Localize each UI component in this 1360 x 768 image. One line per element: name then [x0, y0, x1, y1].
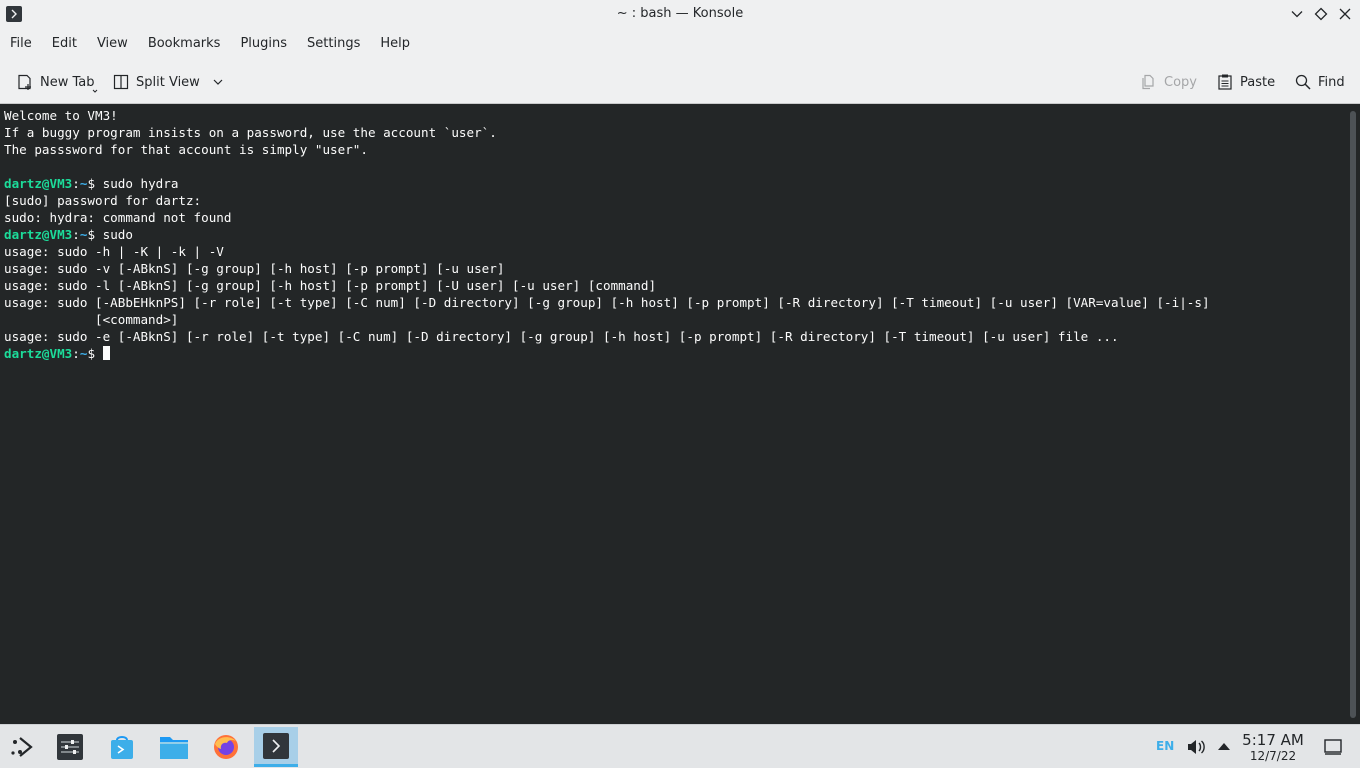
- terminal-line: Welcome to VM3!: [4, 108, 118, 123]
- toolbar: New Tab Split View Copy Paste Find: [0, 59, 1360, 104]
- text-cursor: [102, 346, 110, 360]
- clock-date[interactable]: 12/7/22: [1236, 749, 1310, 763]
- prompt-user: dartz@VM3: [4, 346, 73, 361]
- show-desktop-button[interactable]: [1322, 737, 1344, 757]
- close-icon: [1339, 8, 1351, 20]
- system-tray-expand-button[interactable]: [1216, 740, 1232, 754]
- terminal-line: The passsword for that account is simply…: [4, 142, 368, 157]
- taskbar-file-manager[interactable]: [152, 727, 196, 767]
- new-tab-icon: [18, 74, 31, 90]
- terminal-line: If a buggy program insists on a password…: [4, 125, 497, 140]
- paste-icon: [1218, 74, 1232, 90]
- paste-button[interactable]: Paste: [1216, 68, 1275, 96]
- split-view-label: Split View: [136, 74, 200, 90]
- discover-store-icon: [111, 736, 133, 759]
- menu-file[interactable]: File: [0, 29, 42, 59]
- title-bar[interactable]: ~ : bash — Konsole: [0, 0, 1360, 29]
- terminal-output[interactable]: Welcome to VM3! If a buggy program insis…: [0, 105, 1346, 724]
- terminal-line: usage: sudo -v [-ABknS] [-g group] [-h h…: [4, 261, 505, 276]
- menu-edit[interactable]: Edit: [42, 29, 87, 59]
- application-launcher-icon: [11, 737, 33, 757]
- diamond-icon: [1314, 7, 1328, 21]
- dropdown-indicator-icon: [92, 89, 98, 93]
- menu-bookmarks[interactable]: Bookmarks: [138, 29, 231, 59]
- taskbar-firefox[interactable]: [204, 727, 248, 767]
- chevron-down-icon: [1291, 11, 1303, 18]
- volume-button[interactable]: [1186, 738, 1206, 756]
- find-button[interactable]: Find: [1294, 68, 1345, 96]
- taskbar-system-settings[interactable]: [48, 727, 92, 767]
- terminal-prompt-line: dartz@VM3:~$ sudo hydra: [4, 176, 179, 191]
- taskbar-konsole[interactable]: [254, 727, 298, 767]
- menu-bar: File Edit View Bookmarks Plugins Setting…: [0, 29, 1360, 59]
- application-launcher-button[interactable]: [0, 727, 44, 767]
- prompt-user: dartz@VM3: [4, 227, 73, 242]
- terminal-line: usage: sudo -e [-ABknS] [-r role] [-t ty…: [4, 329, 1119, 344]
- show-desktop-icon: [1324, 739, 1342, 755]
- paste-label: Paste: [1240, 74, 1276, 90]
- clock-time[interactable]: 5:17 AM: [1236, 731, 1310, 749]
- volume-icon: [1188, 740, 1205, 754]
- terminal-line: [sudo] password for dartz:: [4, 193, 202, 208]
- menu-settings[interactable]: Settings: [297, 29, 370, 59]
- maximize-button[interactable]: [1312, 5, 1330, 23]
- split-view-button[interactable]: Split View: [112, 68, 224, 96]
- terminal-line: usage: sudo -l [-ABknS] [-g group] [-h h…: [4, 278, 657, 293]
- firefox-icon: [214, 735, 238, 759]
- terminal-line: usage: sudo [-ABbEHknPS] [-r role] [-t t…: [4, 295, 1210, 310]
- menu-help[interactable]: Help: [370, 29, 420, 59]
- chevron-down-icon: [213, 79, 223, 85]
- split-view-icon: [113, 74, 129, 90]
- new-tab-button[interactable]: New Tab: [16, 68, 98, 96]
- menu-view[interactable]: View: [87, 29, 138, 59]
- new-tab-label: New Tab: [40, 74, 95, 90]
- window-title: ~ : bash — Konsole: [616, 6, 744, 21]
- file-manager-icon: [160, 737, 188, 759]
- konsole-icon: [263, 732, 289, 759]
- terminal-line: sudo: hydra: command not found: [4, 210, 232, 225]
- system-settings-icon: [57, 734, 83, 760]
- arrow-up-icon: [1218, 743, 1230, 750]
- command-text: sudo: [102, 227, 133, 242]
- terminal-scrollbar[interactable]: [1346, 105, 1360, 724]
- close-button[interactable]: [1336, 5, 1354, 23]
- terminal-prompt-line: dartz@VM3:~$: [4, 345, 1342, 362]
- terminal-line: usage: sudo -h | -K | -k | -V: [4, 244, 224, 259]
- copy-button[interactable]: Copy: [1140, 68, 1197, 96]
- search-icon: [1295, 74, 1311, 90]
- keyboard-layout-indicator[interactable]: EN: [1156, 739, 1174, 753]
- taskbar-discover[interactable]: [100, 727, 144, 767]
- terminal-line: [<command>]: [4, 312, 179, 327]
- minimize-button[interactable]: [1288, 5, 1306, 23]
- command-text: sudo hydra: [102, 176, 179, 191]
- copy-icon: [1142, 74, 1154, 90]
- menu-plugins[interactable]: Plugins: [230, 29, 297, 59]
- find-label: Find: [1318, 74, 1345, 90]
- terminal-prompt-line: dartz@VM3:~$ sudo: [4, 227, 133, 242]
- taskbar: EN 5:17 AM 12/7/22: [0, 724, 1360, 768]
- prompt-user: dartz@VM3: [4, 176, 73, 191]
- scrollbar-thumb[interactable]: [1350, 111, 1356, 718]
- copy-label: Copy: [1164, 74, 1197, 90]
